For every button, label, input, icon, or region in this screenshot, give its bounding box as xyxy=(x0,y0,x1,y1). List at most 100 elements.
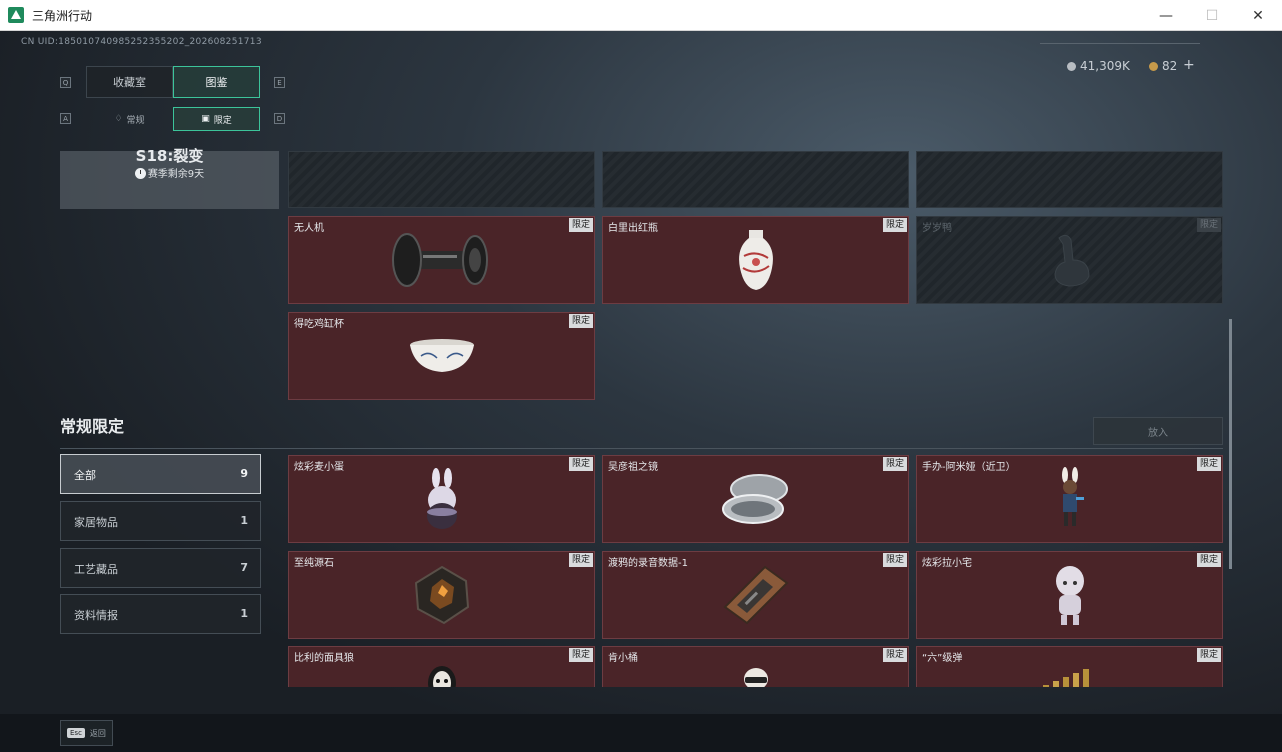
item-card-ammo[interactable]: “六”级弹 限定 xyxy=(916,646,1223,687)
doll-icon xyxy=(1055,566,1084,625)
item-name: 比利的面具狼 xyxy=(294,653,354,664)
item-name: 岁岁鸭 xyxy=(922,223,952,234)
item-card[interactable] xyxy=(916,151,1223,208)
item-card-vase[interactable]: 白里出红瓶 限定 xyxy=(602,216,909,304)
limited-badge: 限定 xyxy=(882,457,907,471)
key-hint-q: Q xyxy=(60,77,71,88)
minimize-button[interactable]: — xyxy=(1143,0,1189,31)
item-card-bunny-egg[interactable]: 炫彩麦小蛋 限定 xyxy=(288,455,595,543)
item-card-figure[interactable]: 手办-阿米娅（近卫） 限定 xyxy=(916,455,1223,543)
filter-intel[interactable]: 资料情报 1 xyxy=(60,594,261,634)
item-card-doll[interactable]: 炫彩拉小宅 限定 xyxy=(916,551,1223,639)
limited-badge: 限定 xyxy=(568,218,593,232)
item-card-bucket[interactable]: 肯小桶 限定 xyxy=(602,646,909,687)
figure-icon xyxy=(1061,467,1084,526)
clock-icon xyxy=(134,168,146,179)
item-card-duck[interactable]: 岁岁鸭 限定 xyxy=(916,216,1223,304)
subtab-regular-label: 常规 xyxy=(126,115,145,126)
item-name: 渡鸦的录音数据-1 xyxy=(608,558,688,569)
item-card-drone[interactable]: 无人机 限定 xyxy=(288,216,595,304)
filter-count: 1 xyxy=(240,607,248,620)
scrollbar[interactable] xyxy=(1229,319,1232,569)
subtab-limited-label: 限定 xyxy=(213,115,232,126)
close-button[interactable]: ✕ xyxy=(1235,0,1281,31)
mirror-icon xyxy=(721,474,788,524)
limited-badge: 限定 xyxy=(882,648,907,662)
key-hint-d: D xyxy=(274,113,285,124)
tab-codex[interactable]: 图鉴 xyxy=(173,66,260,98)
filter-label: 工艺藏品 xyxy=(74,563,118,576)
limited-badge: 限定 xyxy=(1196,648,1221,662)
item-name: 无人机 xyxy=(294,223,324,234)
limited-badge: 限定 xyxy=(1196,457,1221,471)
duck-icon xyxy=(1053,234,1090,287)
limited-badge: 限定 xyxy=(568,457,593,471)
season-remaining-text: 赛季剩余9天 xyxy=(147,169,205,180)
gold-coin-icon xyxy=(1149,61,1158,71)
bottom-bar: Esc 返回 xyxy=(0,714,1282,752)
filter-home-items[interactable]: 家居物品 1 xyxy=(60,501,261,541)
item-name: 炫彩拉小宅 xyxy=(922,558,972,569)
item-name: “六”级弹 xyxy=(922,653,963,664)
add-currency-button[interactable]: + xyxy=(1183,57,1195,73)
limited-badge: 限定 xyxy=(568,553,593,567)
header-divider xyxy=(1040,43,1200,44)
silver-coin-icon xyxy=(1067,61,1076,71)
app-content: CN UID:185010740985252355202_20260825171… xyxy=(0,31,1282,752)
season-card[interactable]: S18:裂变 赛季剩余9天 xyxy=(60,147,279,209)
drone-icon xyxy=(391,233,488,287)
gold-currency: 82 xyxy=(1149,59,1177,73)
subtab-regular[interactable]: ♢ 常规 xyxy=(86,107,173,131)
item-card[interactable] xyxy=(288,151,595,208)
item-name: 手办-阿米娅（近卫） xyxy=(922,462,1016,473)
frame-icon: ▣ xyxy=(201,114,210,124)
filter-count: 9 xyxy=(240,467,248,480)
item-card-mask[interactable]: 比利的面具狼 限定 xyxy=(288,646,595,687)
limited-badge: 限定 xyxy=(882,218,907,232)
bucket-icon xyxy=(743,668,768,687)
limited-badge: 限定 xyxy=(568,314,593,328)
filter-label: 家居物品 xyxy=(74,516,118,529)
app-logo-icon xyxy=(8,7,24,23)
item-card-recorder[interactable]: 渡鸦的录音数据-1 限定 xyxy=(602,551,909,639)
put-in-button[interactable]: 放入 xyxy=(1093,417,1223,445)
season-title: S18:裂变 xyxy=(135,147,204,165)
filter-count: 7 xyxy=(240,561,248,574)
item-name: 白里出红瓶 xyxy=(608,223,658,234)
section-divider xyxy=(60,448,1223,449)
limited-badge: 限定 xyxy=(568,648,593,662)
player-uid: CN UID:185010740985252355202_20260825171… xyxy=(21,37,262,47)
item-grid: 无人机 限定 白里出红瓶 限定 岁岁鸭 限定 得吃鸡缸杯 限定 炫彩麦小蛋 限定… xyxy=(288,151,1228,687)
limited-badge: 限定 xyxy=(882,553,907,567)
bunny-egg-icon xyxy=(426,468,457,529)
window-titlebar: 三角洲行动 — ☐ ✕ xyxy=(0,0,1282,31)
silver-currency: 41,309K xyxy=(1067,59,1130,73)
season-remaining: 赛季剩余9天 xyxy=(60,165,279,180)
crystal-icon xyxy=(414,565,469,625)
item-card-crystal[interactable]: 至纯源石 限定 xyxy=(288,551,595,639)
filter-crafts[interactable]: 工艺藏品 7 xyxy=(60,548,261,588)
back-label: 返回 xyxy=(89,728,106,738)
maximize-button[interactable]: ☐ xyxy=(1189,0,1235,31)
ammo-icon xyxy=(1042,669,1089,687)
esc-key-hint: Esc xyxy=(67,728,85,738)
item-card[interactable] xyxy=(602,151,909,208)
key-hint-a: A xyxy=(60,113,71,124)
tab-collection-room[interactable]: 收藏室 xyxy=(86,66,173,98)
limited-badge: 限定 xyxy=(1196,218,1221,232)
key-hint-e: E xyxy=(274,77,285,88)
item-name: 炫彩麦小蛋 xyxy=(294,462,344,473)
subtab-limited[interactable]: ▣ 限定 xyxy=(173,107,260,131)
filter-count: 1 xyxy=(240,514,248,527)
cup-icon xyxy=(409,339,474,372)
item-card-mirror[interactable]: 吴彦祖之镜 限定 xyxy=(602,455,909,543)
filter-all[interactable]: 全部 9 xyxy=(60,454,261,494)
silver-amount: 41,309K xyxy=(1080,59,1130,73)
section-title: 常规限定 xyxy=(60,417,125,436)
mask-icon xyxy=(427,666,456,687)
back-button[interactable]: Esc 返回 xyxy=(60,720,113,746)
item-name: 肯小桶 xyxy=(608,653,638,664)
window-title: 三角洲行动 xyxy=(32,9,93,23)
gold-amount: 82 xyxy=(1162,59,1178,73)
item-card-cup[interactable]: 得吃鸡缸杯 限定 xyxy=(288,312,595,400)
